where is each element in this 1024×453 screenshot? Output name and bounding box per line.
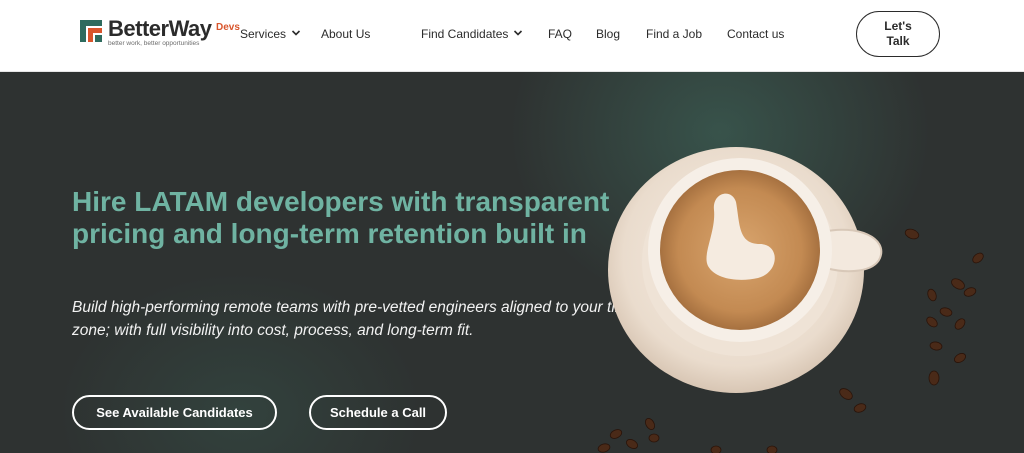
- nav-find-a-job[interactable]: Find a Job: [646, 27, 702, 41]
- nav-find-candidates-label: Find Candidates: [421, 27, 509, 41]
- nav-find-candidates[interactable]: Find Candidates: [421, 27, 523, 41]
- nav-services-label: Services: [240, 27, 287, 41]
- schedule-a-call-button[interactable]: Schedule a Call: [309, 395, 447, 430]
- chevron-down-icon: [291, 30, 301, 36]
- site-header: BetterWay Devs better work, better oppor…: [0, 0, 1024, 72]
- hero-section: Hire LATAM developers with transparent p…: [0, 72, 1024, 453]
- brand-logo[interactable]: BetterWay Devs better work, better oppor…: [80, 16, 245, 52]
- chevron-down-icon: [514, 30, 523, 36]
- logo-tagline: better work, better opportunities: [108, 40, 200, 47]
- nav-contact-us[interactable]: Contact us: [727, 27, 784, 41]
- nav-blog[interactable]: Blog: [596, 27, 620, 41]
- nav-faq[interactable]: FAQ: [548, 27, 572, 41]
- hero-subtitle: Build high-performing remote teams with …: [72, 299, 637, 339]
- see-available-candidates-button[interactable]: See Available Candidates: [72, 395, 277, 430]
- coffee-cup-illustration: [597, 147, 984, 453]
- nav-services[interactable]: Services: [240, 27, 301, 41]
- logo-suffix: Devs: [216, 22, 240, 33]
- logo-mark-icon: [80, 20, 102, 42]
- hero-title: Hire LATAM developers with transparent p…: [72, 186, 610, 249]
- nav-about-us[interactable]: About Us: [321, 27, 370, 41]
- logo-name: BetterWay: [108, 16, 212, 41]
- lets-talk-button[interactable]: Let's Talk: [856, 11, 940, 57]
